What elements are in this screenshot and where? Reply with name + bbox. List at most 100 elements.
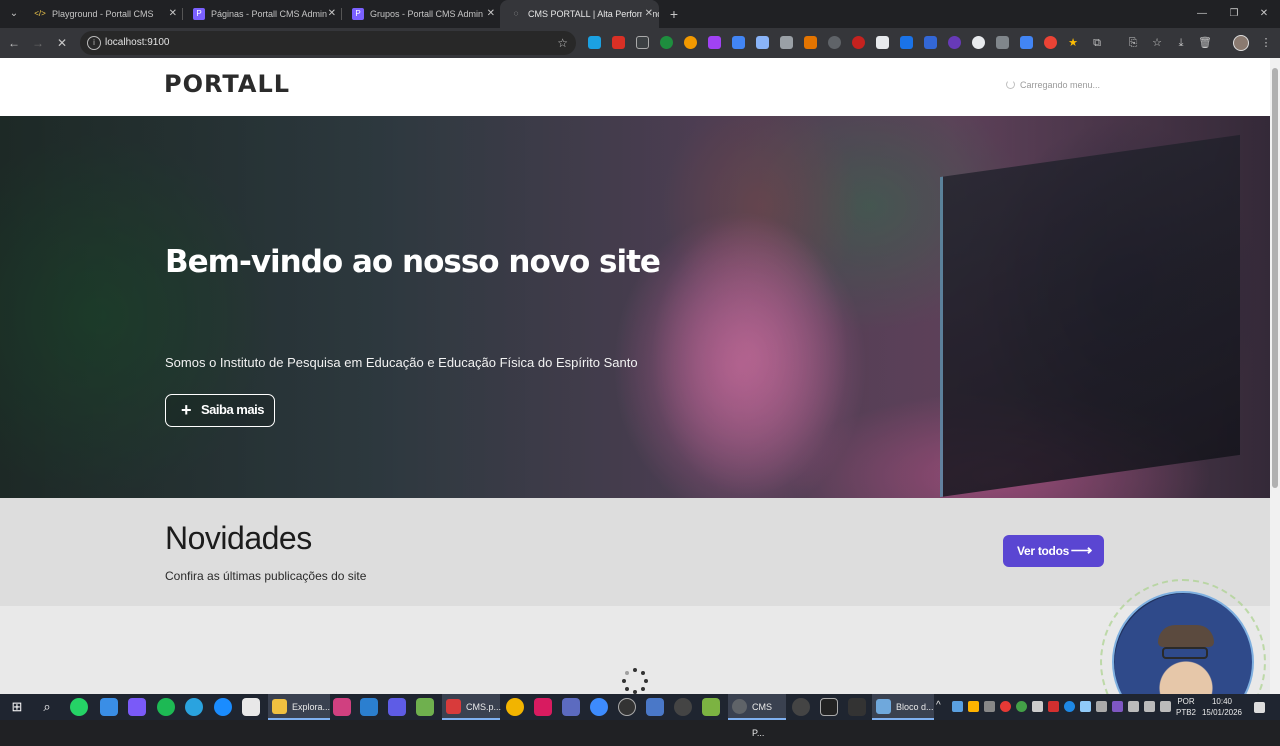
app-icon[interactable] <box>702 698 720 716</box>
new-tab-button[interactable]: + <box>664 4 684 24</box>
taskbar-chrome[interactable]: CMS P... <box>728 694 786 738</box>
bookmark-star-filled-icon[interactable]: ★ <box>1064 34 1082 52</box>
tab-close-icon[interactable]: ✕ <box>641 0 653 28</box>
tab-close-icon[interactable]: ✕ <box>487 0 495 28</box>
ver-todos-button[interactable]: Ver todos ⟶ <box>1003 535 1104 567</box>
clock-date[interactable]: 15/01/2026 <box>1200 708 1244 717</box>
minimize-button[interactable]: — <box>1186 0 1218 28</box>
trash-icon[interactable]: 🗑 <box>1196 34 1214 52</box>
extension-icon[interactable] <box>684 36 697 49</box>
extension-icon[interactable] <box>876 36 889 49</box>
back-arrow-icon[interactable]: ← <box>5 34 23 52</box>
address-bar[interactable]: i localhost:9100 ☆ <box>80 31 576 55</box>
tray-icon[interactable] <box>1112 701 1123 712</box>
taskbar-filezilla[interactable]: CMS.p... <box>442 694 501 720</box>
extension-icon[interactable] <box>636 36 649 49</box>
browser-tab-4-active[interactable]: ◌ CMS PORTALL | Alta Performance ✕ <box>500 0 659 28</box>
tray-icon[interactable] <box>1096 701 1107 712</box>
tray-icon[interactable] <box>984 701 995 712</box>
app-icon[interactable] <box>388 698 406 716</box>
notifications-icon[interactable] <box>1254 702 1265 713</box>
spotify-icon[interactable] <box>157 698 175 716</box>
tray-icon[interactable] <box>1000 701 1011 712</box>
app-icon[interactable] <box>562 698 580 716</box>
network-icon[interactable] <box>1128 701 1139 712</box>
extension-icon[interactable] <box>612 36 625 49</box>
bookmarks-icon[interactable]: ☆ <box>1148 34 1166 52</box>
start-windows-icon[interactable]: ⊞ <box>8 698 26 716</box>
microphone-icon[interactable] <box>1032 701 1043 712</box>
tray-icon[interactable] <box>1016 701 1027 712</box>
extension-icon[interactable] <box>948 36 961 49</box>
taskbar-file-explorer[interactable]: Explora... <box>268 694 330 720</box>
extension-icon[interactable] <box>708 36 721 49</box>
browser-tab-1[interactable]: </> Playground - Portall CMS ✕ <box>24 0 183 28</box>
tray-icon[interactable] <box>1080 701 1091 712</box>
vscode-icon[interactable] <box>360 698 378 716</box>
app-icon[interactable] <box>792 698 810 716</box>
volume-icon[interactable] <box>1144 701 1155 712</box>
extension-icon[interactable] <box>924 36 937 49</box>
app-icon[interactable] <box>242 698 260 716</box>
cast-icon[interactable]: ⎘ <box>1124 34 1142 52</box>
keyboard-indicator[interactable]: PTB2 <box>1174 708 1198 717</box>
tray-icon[interactable] <box>952 701 963 712</box>
profile-avatar[interactable] <box>1233 35 1249 51</box>
extension-icon[interactable] <box>1044 36 1057 49</box>
extension-icon[interactable] <box>996 36 1009 49</box>
forward-arrow-icon[interactable]: → <box>29 34 47 52</box>
browser-tab-3[interactable]: P Grupos - Portall CMS Admin ✕ <box>342 0 501 28</box>
search-icon[interactable]: ⌕ <box>38 698 56 716</box>
browser-menu-icon[interactable]: ⋮ <box>1257 34 1275 52</box>
whatsapp-icon[interactable] <box>70 698 88 716</box>
stop-loading-icon[interactable]: ✕ <box>53 34 71 52</box>
tab-close-icon[interactable]: ✕ <box>328 0 336 28</box>
extensions-puzzle-icon[interactable]: ⧉ <box>1088 34 1106 52</box>
app-icon[interactable] <box>214 698 232 716</box>
extension-icon[interactable] <box>756 36 769 49</box>
extension-icon[interactable] <box>852 36 865 49</box>
bookmark-star-icon[interactable]: ☆ <box>557 31 568 55</box>
site-info-icon[interactable]: i <box>87 36 101 50</box>
battery-icon[interactable] <box>1160 701 1171 712</box>
extension-icon[interactable] <box>660 36 673 49</box>
telegram-icon[interactable] <box>185 698 203 716</box>
tray-icon[interactable] <box>1064 701 1075 712</box>
tab-search-icon[interactable]: ⌄ <box>4 5 24 23</box>
app-icon[interactable] <box>590 698 608 716</box>
clock-time[interactable]: 10:40 <box>1200 697 1244 706</box>
tray-expand-icon[interactable]: ^ <box>936 700 941 711</box>
tray-icon[interactable] <box>1048 701 1059 712</box>
app-icon[interactable] <box>506 698 524 716</box>
app-icon[interactable] <box>646 698 664 716</box>
extension-icon[interactable] <box>780 36 793 49</box>
extension-icon[interactable] <box>972 36 985 49</box>
tray-icon[interactable] <box>968 701 979 712</box>
extension-icon[interactable] <box>900 36 913 49</box>
terminal-icon[interactable] <box>848 698 866 716</box>
scrollbar-thumb[interactable] <box>1272 68 1278 488</box>
extension-icon[interactable] <box>588 36 601 49</box>
app-icon[interactable] <box>333 698 351 716</box>
extension-icon[interactable] <box>1020 36 1033 49</box>
maximize-button[interactable]: ❐ <box>1218 0 1250 28</box>
app-icon[interactable] <box>820 698 838 716</box>
tab-close-icon[interactable]: ✕ <box>169 0 177 28</box>
language-indicator[interactable]: POR <box>1174 697 1198 706</box>
app-icon[interactable] <box>674 698 692 716</box>
app-icon[interactable] <box>128 698 146 716</box>
page-scrollbar[interactable] <box>1270 58 1280 694</box>
extension-icon[interactable] <box>732 36 745 49</box>
app-icon[interactable] <box>416 698 434 716</box>
address-url[interactable]: localhost:9100 <box>105 31 170 55</box>
app-icon[interactable] <box>618 698 636 716</box>
saiba-mais-button[interactable]: + Saiba mais <box>165 394 275 427</box>
extension-icon[interactable] <box>804 36 817 49</box>
close-window-button[interactable]: ✕ <box>1248 0 1280 28</box>
site-logo[interactable]: PORTALL <box>164 70 290 98</box>
download-icon[interactable]: ⤓ <box>1172 34 1190 52</box>
browser-tab-2[interactable]: P Páginas - Portall CMS Admin ✕ <box>183 0 342 28</box>
taskbar-notepad[interactable]: Bloco d... <box>872 694 934 720</box>
app-icon[interactable] <box>534 698 552 716</box>
extension-icon[interactable] <box>828 36 841 49</box>
